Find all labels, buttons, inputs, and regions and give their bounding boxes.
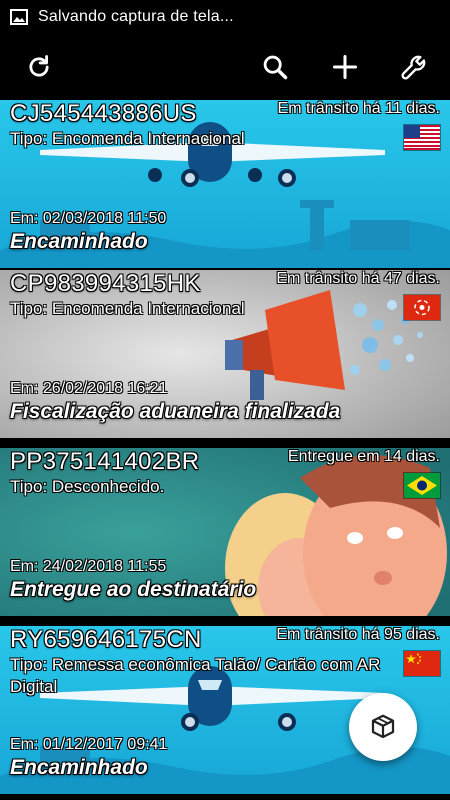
tracking-code: CJ545443886US xyxy=(10,100,197,127)
app-toolbar xyxy=(0,34,450,100)
tracking-code: PP375141402BR xyxy=(10,448,200,475)
delivered-days: Entregue em 14 dias. xyxy=(287,448,440,465)
search-icon xyxy=(263,55,288,80)
package-fab-button[interactable] xyxy=(349,693,417,761)
tracking-code: RY659646175CN xyxy=(10,626,202,653)
update-date: Em: 26/02/2018 16:21 xyxy=(10,380,168,397)
package-box-icon xyxy=(371,714,395,739)
settings-button[interactable] xyxy=(397,50,431,84)
add-icon xyxy=(332,54,358,80)
package-card[interactable]: CP983994315HK Em trânsito há 47 dias. Ti… xyxy=(0,270,450,438)
status-bar-text: Salvando captura de tela... xyxy=(38,8,234,25)
package-card[interactable]: PP375141402BR Entregue em 14 dias. Tipo:… xyxy=(0,448,450,616)
tracking-code: CP983994315HK xyxy=(10,270,201,297)
br-flag-icon xyxy=(404,473,440,498)
update-date: Em: 01/12/2017 09:41 xyxy=(10,736,168,753)
transit-days: Em trânsito há 95 dias. xyxy=(276,626,440,643)
settings-wrench-icon xyxy=(401,55,426,80)
us-flag-icon xyxy=(404,125,440,150)
package-status: Fiscalização aduaneira finalizada xyxy=(10,400,341,423)
package-status: Encaminhado xyxy=(10,230,148,253)
search-button[interactable] xyxy=(258,50,292,84)
package-type: Tipo: Desconhecido. xyxy=(10,477,165,496)
package-type: Tipo: Encomenda Internacional xyxy=(10,299,245,318)
image-icon xyxy=(10,9,28,25)
package-type: Tipo: Remessa econômica Talão/ Cartão co… xyxy=(10,655,381,696)
update-date: Em: 24/02/2018 11:55 xyxy=(10,558,167,575)
package-status: Entregue ao destinatário xyxy=(10,578,257,601)
hk-flag-icon xyxy=(404,295,440,320)
package-card[interactable]: CJ545443886US Em trânsito há 11 dias. Ti… xyxy=(0,100,450,268)
refresh-icon xyxy=(29,55,49,77)
package-type: Tipo: Encomenda Internacional xyxy=(10,129,245,148)
status-bar: Salvando captura de tela... xyxy=(0,0,450,34)
cn-flag-icon xyxy=(404,651,440,676)
update-date: Em: 02/03/2018 11:50 xyxy=(10,210,167,227)
package-status: Encaminhado xyxy=(10,756,148,779)
transit-days: Em trânsito há 47 dias. xyxy=(276,270,440,287)
add-button[interactable] xyxy=(328,50,362,84)
transit-days: Em trânsito há 11 dias. xyxy=(277,100,440,117)
refresh-button[interactable] xyxy=(22,50,56,84)
